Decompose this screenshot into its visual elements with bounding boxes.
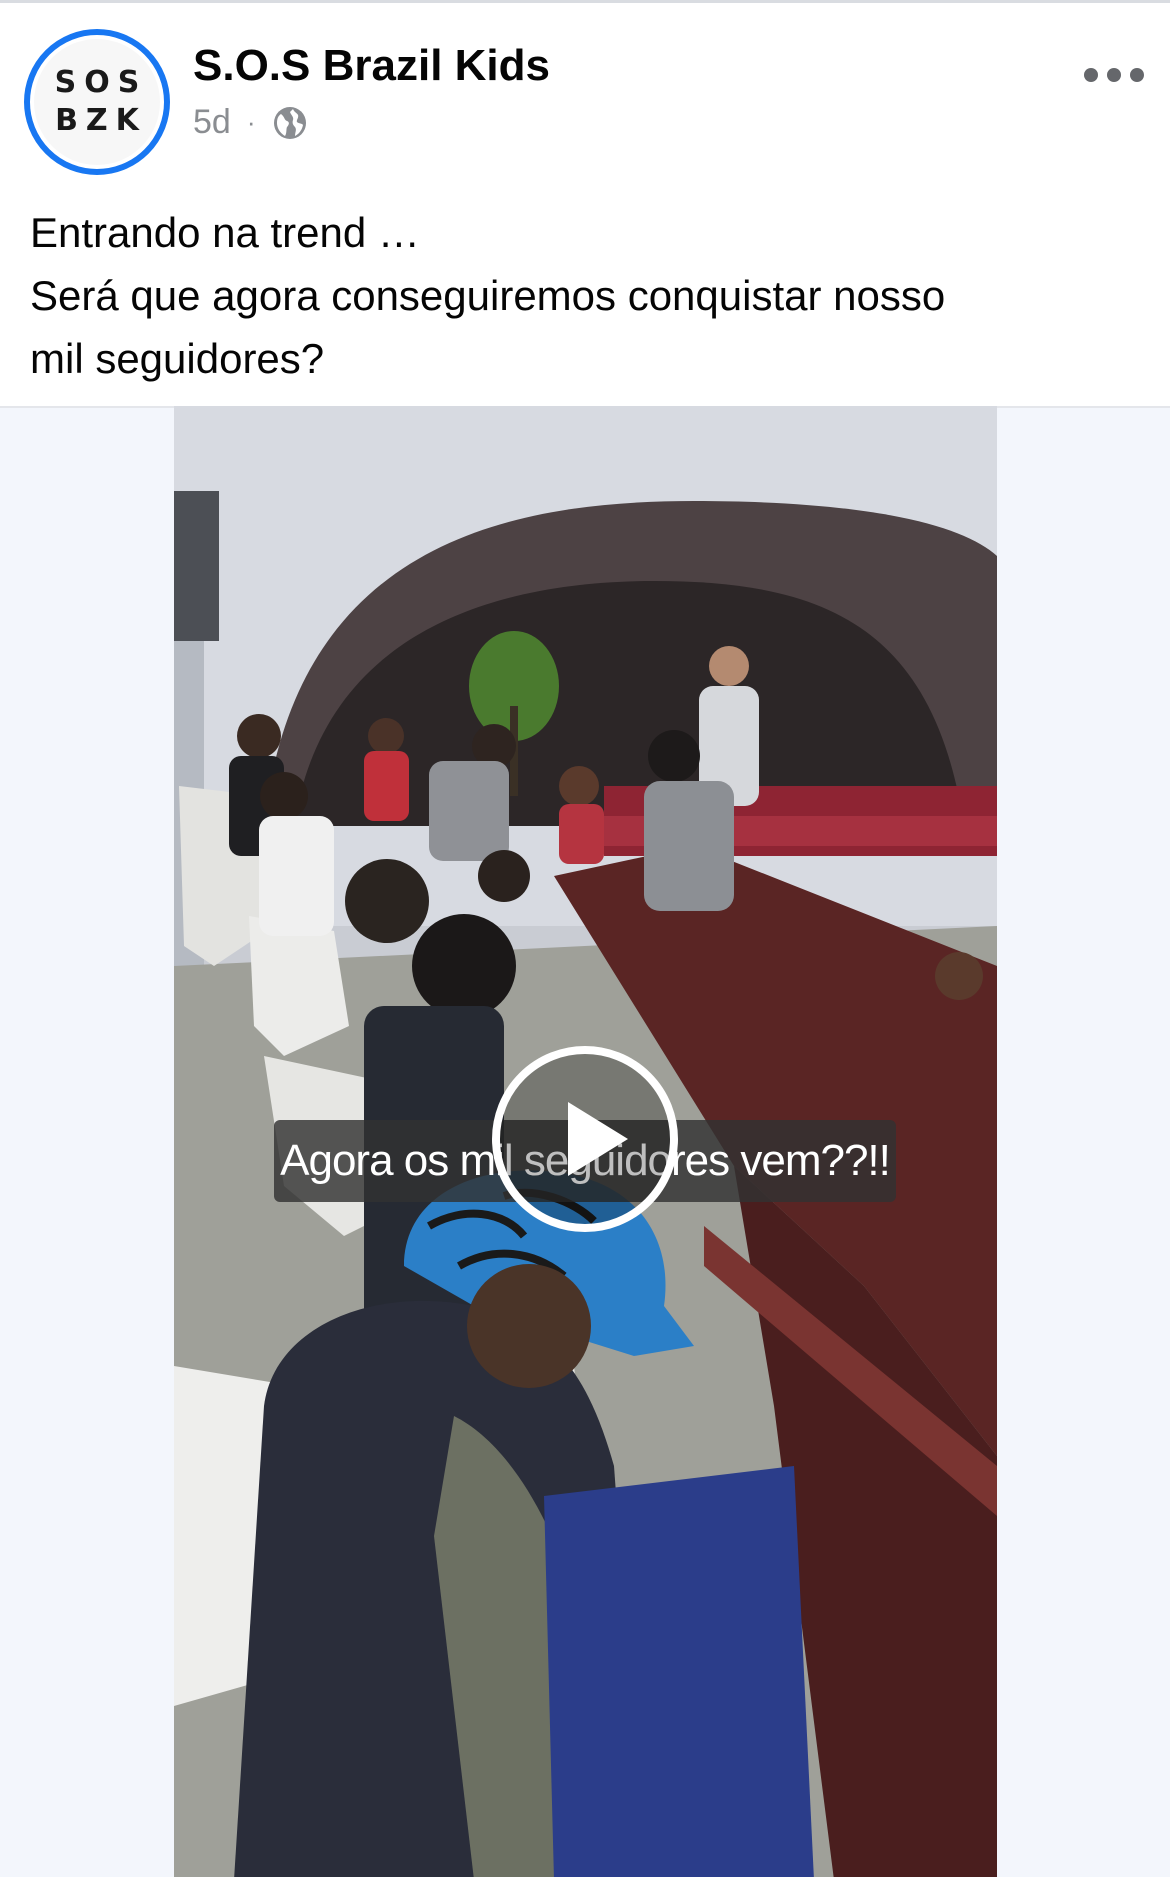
more-dot — [1130, 68, 1144, 82]
post-meta: 5d · — [193, 103, 308, 142]
post-time[interactable]: 5d — [193, 103, 231, 142]
caption-line: Será que agora conseguiremos conquistar … — [30, 272, 946, 319]
post-caption: Entrando na trend … Será que agora conse… — [30, 201, 1140, 390]
facebook-post: SOS BZK S.O.S Brazil Kids 5d · Entrando … — [0, 0, 1170, 1877]
avatar-logo-line1: SOS — [54, 65, 148, 100]
caption-line: Entrando na trend … — [30, 209, 420, 256]
globe-icon — [272, 105, 308, 141]
page-name-link[interactable]: S.O.S Brazil Kids — [193, 41, 550, 91]
more-dot — [1084, 68, 1098, 82]
more-dot — [1107, 68, 1121, 82]
caption-line: mil seguidores? — [30, 335, 325, 382]
more-options-icon[interactable] — [1084, 63, 1144, 87]
page-avatar[interactable]: SOS BZK — [24, 29, 170, 175]
meta-separator: · — [246, 107, 256, 137]
play-icon — [568, 1102, 628, 1176]
avatar-logo: SOS BZK — [34, 39, 160, 165]
play-button[interactable] — [492, 1046, 678, 1232]
avatar-logo-line2: BZK — [55, 103, 147, 138]
